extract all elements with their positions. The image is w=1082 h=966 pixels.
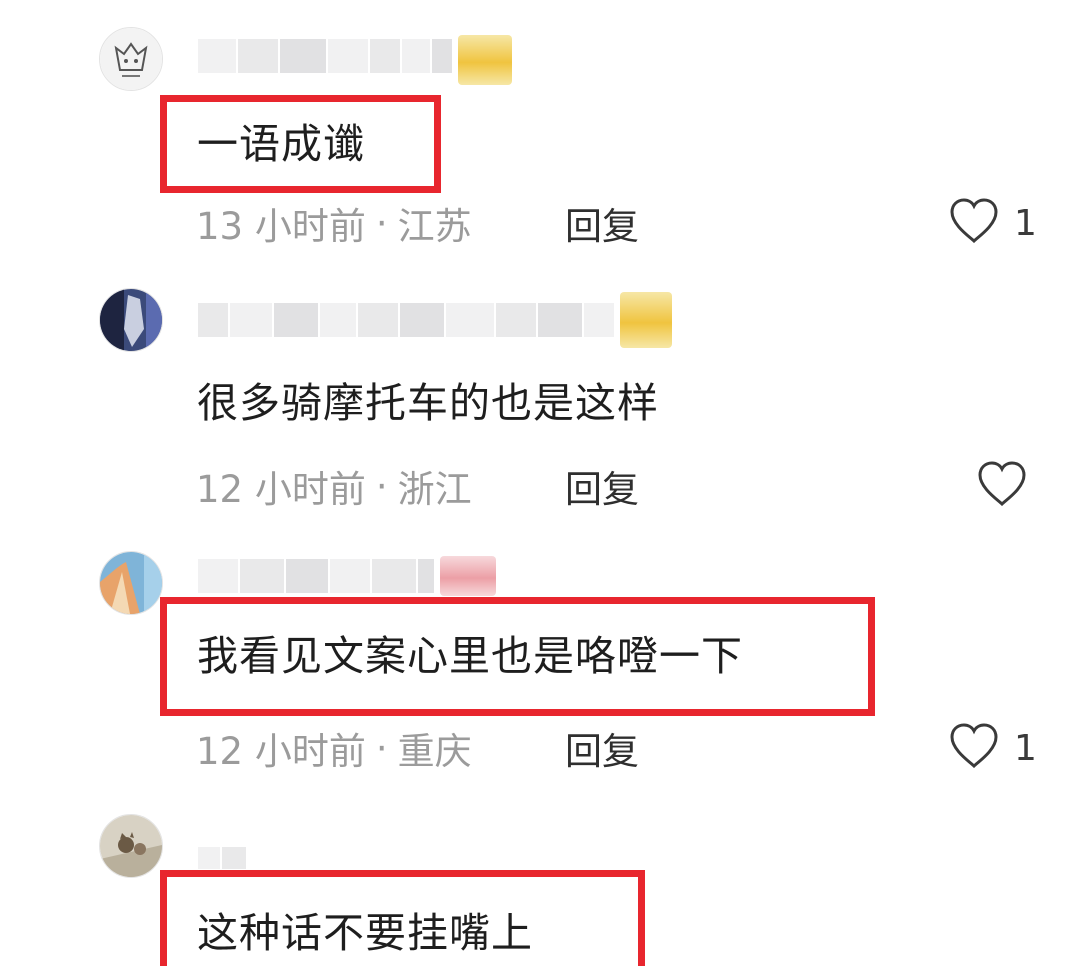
comment-time: 12 小时前 <box>196 468 366 511</box>
comment-time: 13 小时前 <box>196 205 366 248</box>
heart-outline-icon <box>948 722 1000 774</box>
comment-time: 12 小时前 <box>196 730 366 773</box>
avatar[interactable] <box>99 814 163 878</box>
username-blurred[interactable] <box>198 35 512 85</box>
user-level-badge <box>440 556 496 596</box>
comment-text: 一语成谶 <box>197 119 365 168</box>
highlight-box: 一语成谶 <box>160 95 441 193</box>
username-blurred[interactable] <box>198 292 672 348</box>
reply-button[interactable]: 回复 <box>565 198 639 248</box>
comment-meta: 12 小时前 · 浙江 <box>196 461 472 512</box>
meta-separator: · <box>375 464 388 508</box>
comment-location: 重庆 <box>397 730 472 773</box>
highlight-box: 这种话不要挂嘴上 <box>160 870 645 966</box>
comment-meta: 12 小时前 · 重庆 <box>196 723 472 774</box>
comment-text-wrap: 很多骑摩托车的也是这样 <box>160 372 659 434</box>
like-count: 1 <box>1014 727 1037 769</box>
comment-location: 江苏 <box>397 205 472 248</box>
comment-meta: 13 小时前 · 江苏 <box>196 198 472 249</box>
avatar[interactable] <box>99 551 163 615</box>
user-level-badge <box>620 292 672 348</box>
username-blurred[interactable] <box>198 556 496 596</box>
meta-separator: · <box>375 726 388 770</box>
reply-button[interactable]: 回复 <box>565 461 639 511</box>
comment-text: 我看见文案心里也是咯噔一下 <box>197 632 743 680</box>
avatar[interactable] <box>99 288 163 352</box>
like-button[interactable] <box>976 461 1028 511</box>
heart-outline-icon <box>976 460 1028 512</box>
like-button[interactable]: 1 <box>948 723 1037 773</box>
highlight-box: 我看见文案心里也是咯噔一下 <box>160 597 875 716</box>
avatar[interactable] <box>99 27 163 91</box>
comment-text: 这种话不要挂嘴上 <box>197 909 533 957</box>
meta-separator: · <box>375 201 388 245</box>
like-button[interactable]: 1 <box>948 198 1037 248</box>
user-level-badge <box>458 35 512 85</box>
reply-button[interactable]: 回复 <box>565 723 639 773</box>
like-count: 1 <box>1014 202 1037 244</box>
comment-text: 很多骑摩托车的也是这样 <box>197 378 659 427</box>
comment-location: 浙江 <box>397 468 472 511</box>
heart-outline-icon <box>948 197 1000 249</box>
